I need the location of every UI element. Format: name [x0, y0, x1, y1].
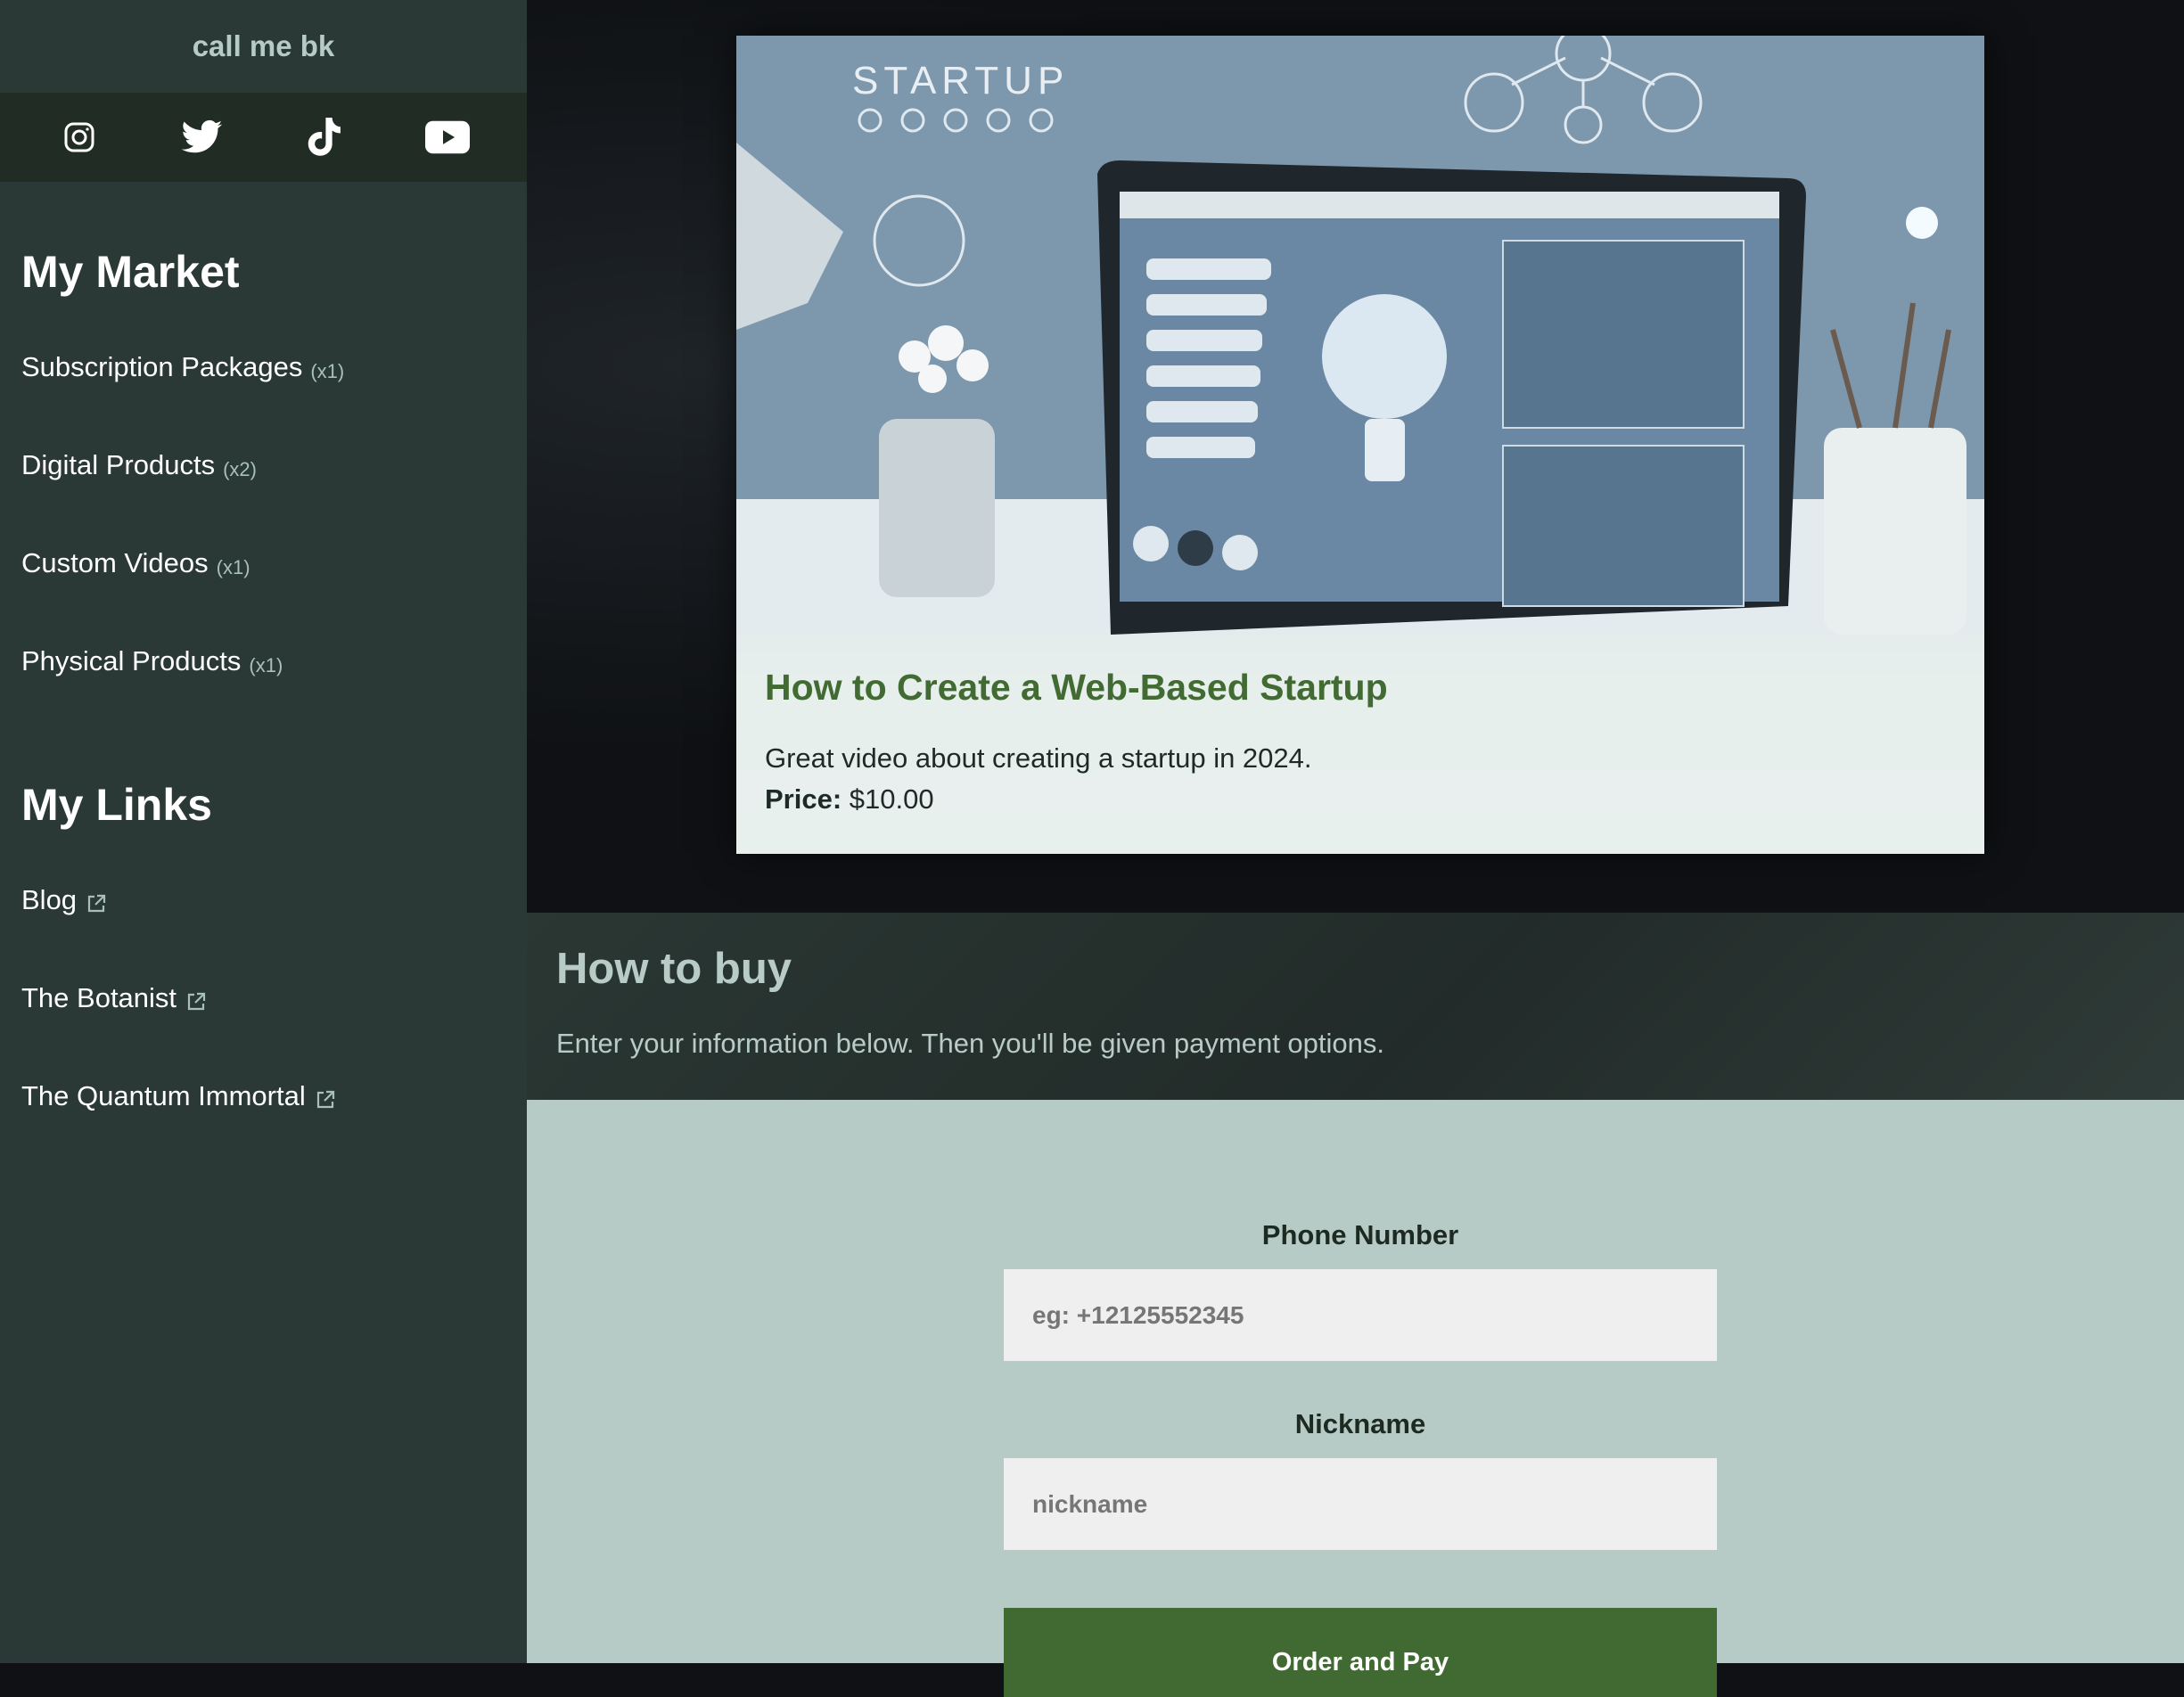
market-list: Subscription Packages (x1) Digital Produ…	[0, 335, 527, 727]
instagram-icon[interactable]	[53, 111, 106, 164]
tiktok-icon[interactable]	[298, 111, 351, 164]
how-to-buy-section: How to buy Enter your information below.…	[527, 913, 2184, 1100]
sidebar: call me bk My Market Subscription Packag…	[0, 0, 527, 1663]
social-bar	[0, 93, 527, 182]
product-hero: STARTUP How to Create a Web-Based Startu…	[527, 0, 2184, 913]
phone-number-input[interactable]	[1004, 1269, 1717, 1361]
order-form: Phone Number Nickname Order and Pay	[527, 1100, 2184, 1697]
my-market-heading: My Market	[21, 247, 240, 297]
market-item-digital-products[interactable]: Digital Products (x2)	[0, 433, 527, 531]
product-card[interactable]: STARTUP How to Create a Web-Based Startu…	[736, 36, 1984, 854]
product-title[interactable]: How to Create a Web-Based Startup	[765, 667, 1956, 709]
market-item-physical-products[interactable]: Physical Products (x1)	[0, 629, 527, 727]
external-link-icon	[185, 988, 207, 1020]
product-price: Price: $10.00	[765, 783, 1956, 816]
link-item-label: Blog	[21, 884, 78, 915]
youtube-icon[interactable]	[421, 111, 474, 164]
image-startup-text: STARTUP	[852, 59, 1069, 102]
my-links-heading: My Links	[21, 780, 212, 830]
product-card-body: How to Create a Web-Based Startup Great …	[736, 635, 1984, 854]
link-item-the-quantum-immortal[interactable]: The Quantum Immortal	[0, 1064, 527, 1162]
market-item-custom-videos[interactable]: Custom Videos (x1)	[0, 531, 527, 629]
order-and-pay-button[interactable]: Order and Pay	[1004, 1608, 1717, 1697]
product-description: Great video about creating a startup in …	[765, 742, 1312, 774]
price-value: $10.00	[849, 783, 934, 815]
link-item-blog[interactable]: Blog	[0, 868, 527, 966]
how-to-buy-instructions: Enter your information below. Then you'l…	[556, 1028, 1385, 1059]
market-item-count: (x2)	[223, 458, 257, 480]
phone-number-label: Phone Number	[1261, 1219, 1459, 1250]
market-item-count: (x1)	[249, 654, 283, 676]
price-label: Price:	[765, 783, 842, 815]
link-item-label: The Quantum Immortal	[21, 1080, 306, 1111]
product-illustration: STARTUP	[736, 36, 1984, 635]
link-item-the-botanist[interactable]: The Botanist	[0, 966, 527, 1064]
market-item-label: Custom Videos	[21, 547, 209, 578]
market-item-count: (x1)	[216, 556, 250, 578]
links-list: Blog The Botanist The Quantum Immortal	[0, 868, 527, 1162]
nickname-input[interactable]	[1004, 1458, 1717, 1550]
market-item-label: Digital Products	[21, 449, 216, 480]
how-to-buy-heading: How to buy	[556, 945, 792, 993]
brand-name[interactable]: call me bk	[0, 0, 527, 93]
market-item-subscription-packages[interactable]: Subscription Packages (x1)	[0, 335, 527, 433]
market-item-label: Subscription Packages	[21, 351, 303, 382]
link-item-label: The Botanist	[21, 982, 177, 1013]
market-item-count: (x1)	[310, 360, 345, 382]
main-content: STARTUP How to Create a Web-Based Startu…	[527, 0, 2184, 1697]
external-link-icon	[86, 889, 107, 922]
twitter-icon[interactable]	[176, 111, 229, 164]
market-item-label: Physical Products	[21, 645, 242, 676]
external-link-icon	[315, 1086, 336, 1118]
nickname-label: Nickname	[1294, 1408, 1426, 1439]
